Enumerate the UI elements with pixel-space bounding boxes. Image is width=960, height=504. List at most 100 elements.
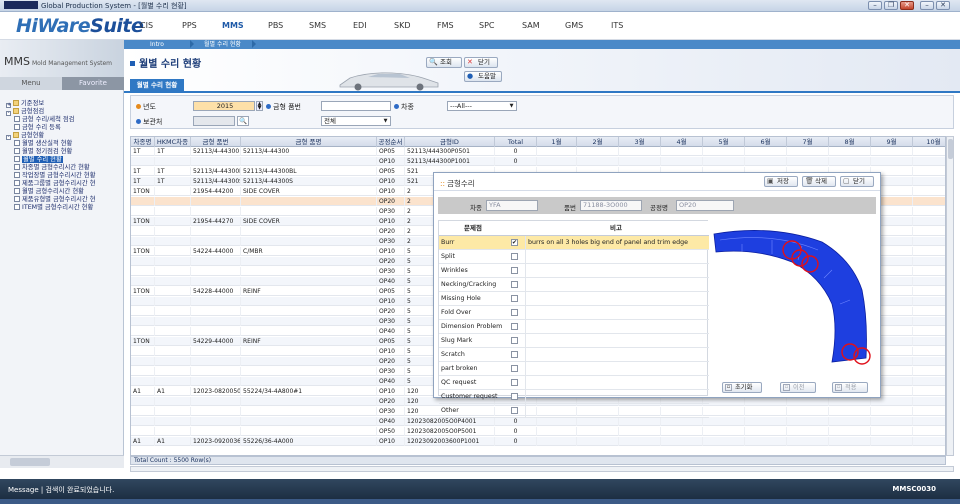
problem-checkbox[interactable] [511, 365, 518, 372]
problem-checkbox[interactable] [511, 407, 518, 414]
tree-item[interactable]: + 기준정보 [6, 100, 44, 108]
close-icon[interactable]: ✕ [900, 1, 914, 10]
tree-item[interactable]: 월별 수리 현황 [14, 156, 63, 164]
menu-gms[interactable]: GMS [565, 21, 583, 30]
table-row[interactable]: OP50 12023082005O0P5001 0 [131, 427, 945, 436]
keeper-search-icon[interactable]: 🔍 [237, 116, 249, 126]
search-button[interactable]: 🔍 조회 [426, 57, 462, 68]
menu-pps[interactable]: PPS [182, 21, 197, 30]
grid-header-cell[interactable]: 3월 [619, 137, 661, 147]
vscroll-thumb[interactable] [948, 139, 953, 159]
problem-checkbox[interactable] [511, 281, 518, 288]
problem-note[interactable] [525, 292, 707, 306]
tree-item[interactable]: 차종별 금형수리시간 현황 [14, 164, 90, 172]
close-page-button[interactable]: ✕ 닫기 [464, 57, 498, 68]
keeper-input[interactable] [193, 116, 235, 126]
grid-header-cell[interactable]: 5월 [703, 137, 745, 147]
problem-row[interactable]: Burr ✔ burrs on all 3 holes big end of pan… [439, 236, 709, 250]
grid-header-cell[interactable]: 금형ID [405, 137, 495, 147]
inner-close-icon[interactable]: ✕ [936, 1, 950, 10]
car-select[interactable]: ---All--- ▼ [447, 101, 517, 111]
problem-note[interactable]: burrs on all 3 holes big end of panel an… [525, 236, 707, 250]
breadcrumb-intro[interactable]: Intro [150, 40, 164, 49]
reset-button[interactable]: ▫ 초기화 [722, 382, 762, 393]
grid-horizontal-scrollbar[interactable] [130, 466, 954, 472]
problem-checkbox[interactable] [511, 337, 518, 344]
problem-checkbox[interactable] [511, 295, 518, 302]
menu-sam[interactable]: SAM [522, 21, 540, 30]
grid-header-cell[interactable]: 금형 품번 [191, 137, 241, 147]
problem-note[interactable] [525, 320, 707, 334]
problem-note[interactable] [525, 334, 707, 348]
grid-header-cell[interactable]: 8월 [829, 137, 871, 147]
problem-checkbox[interactable] [511, 309, 518, 316]
problem-note[interactable] [525, 376, 707, 390]
problem-note[interactable] [525, 404, 707, 418]
tab-menu[interactable]: Menu [0, 77, 62, 90]
tree-item[interactable]: 월별 정기점검 현황 [14, 148, 72, 156]
menu-skd[interactable]: SKD [394, 21, 410, 30]
problem-note[interactable] [525, 390, 707, 404]
problem-checkbox[interactable] [511, 267, 518, 274]
grid-header-cell[interactable]: 4월 [661, 137, 703, 147]
collapse-icon[interactable]: - [6, 135, 11, 140]
menu-its[interactable]: ITS [611, 21, 623, 30]
grid-header-cell[interactable]: HKMC차종 [155, 137, 191, 147]
tree-item[interactable]: 작업장별 금형수리시간 현황 [14, 172, 96, 180]
table-row[interactable]: A1 A1 12023-09200360 55226/36-4A000 OP10 1202… [131, 437, 945, 446]
menu-pbs[interactable]: PBS [268, 21, 283, 30]
prev-button[interactable]: ▫ 이전 [780, 382, 816, 393]
tree-item[interactable]: - 금형점검 [6, 108, 44, 116]
problem-row[interactable]: Necking/Cracking [439, 278, 709, 292]
table-row[interactable]: 1T 1T 52113/4-44300 52113/4-44300 OP05 52113/… [131, 147, 945, 156]
menu-edi[interactable]: EDI [353, 21, 367, 30]
scroll-thumb[interactable] [10, 458, 50, 466]
grid-header-cell[interactable]: 10월 [913, 137, 945, 147]
problem-row[interactable]: Scratch [439, 348, 709, 362]
tree-item[interactable]: 월별 금형수리시간 현황 [14, 188, 84, 196]
inner-minimize-icon[interactable]: – [920, 1, 934, 10]
problem-row[interactable]: Slug Mark [439, 334, 709, 348]
year-spinner[interactable]: ▲ ▼ [256, 101, 263, 111]
problem-note[interactable] [525, 278, 707, 292]
grid-header-cell[interactable]: 9월 [871, 137, 913, 147]
problem-row[interactable]: part broken [439, 362, 709, 376]
menu-fms[interactable]: FMS [437, 21, 454, 30]
grid-vertical-scrollbar[interactable] [946, 136, 954, 456]
problem-checkbox[interactable]: ✔ [511, 239, 518, 246]
grid-header-cell[interactable]: 공정순서 [377, 137, 405, 147]
restore-icon[interactable]: ❐ [884, 1, 898, 10]
grid-header-cell[interactable]: 6월 [745, 137, 787, 147]
problem-checkbox[interactable] [511, 393, 518, 400]
tree-item[interactable]: 월별 생산실적 현황 [14, 140, 72, 148]
menu-mms[interactable]: MMS [222, 21, 244, 30]
problem-note[interactable] [525, 250, 707, 264]
problem-checkbox[interactable] [511, 253, 518, 260]
problem-row[interactable]: Fold Over [439, 306, 709, 320]
grid-header-cell[interactable]: 2월 [577, 137, 619, 147]
tree-item[interactable]: ITEM별 금형수리시간 현황 [14, 204, 93, 212]
grid-header-cell[interactable]: 7월 [787, 137, 829, 147]
minimize-icon[interactable]: – [868, 1, 882, 10]
help-button[interactable]: ● 도움말 [464, 71, 502, 82]
collapse-icon[interactable]: - [6, 111, 11, 116]
grid-header-cell[interactable]: Total [495, 137, 537, 147]
popup-close-button[interactable]: ▢ 닫기 [840, 176, 874, 187]
status-select[interactable]: 전체 ▼ [321, 116, 391, 126]
problem-row[interactable]: Missing Hole [439, 292, 709, 306]
problem-note[interactable] [525, 264, 707, 278]
problem-note[interactable] [525, 348, 707, 362]
left-horizontal-scrollbar[interactable] [0, 455, 124, 468]
tree-item[interactable]: 제품유형별 금형수리시간 현 [14, 196, 96, 204]
problem-row[interactable]: Customer request [439, 390, 709, 404]
grid-header-cell[interactable]: 1월 [537, 137, 577, 147]
menu-sms[interactable]: SMS [309, 21, 326, 30]
year-input[interactable]: 2015 [193, 101, 255, 111]
menu-spc[interactable]: SPC [479, 21, 495, 30]
problem-row[interactable]: Wrinkles [439, 264, 709, 278]
mold-no-input[interactable] [321, 101, 391, 111]
problem-row[interactable]: Split [439, 250, 709, 264]
problem-note[interactable] [525, 362, 707, 376]
problem-row[interactable]: Dimension Problem [439, 320, 709, 334]
table-row[interactable]: OP10 52113/444300P1001 0 [131, 157, 945, 166]
